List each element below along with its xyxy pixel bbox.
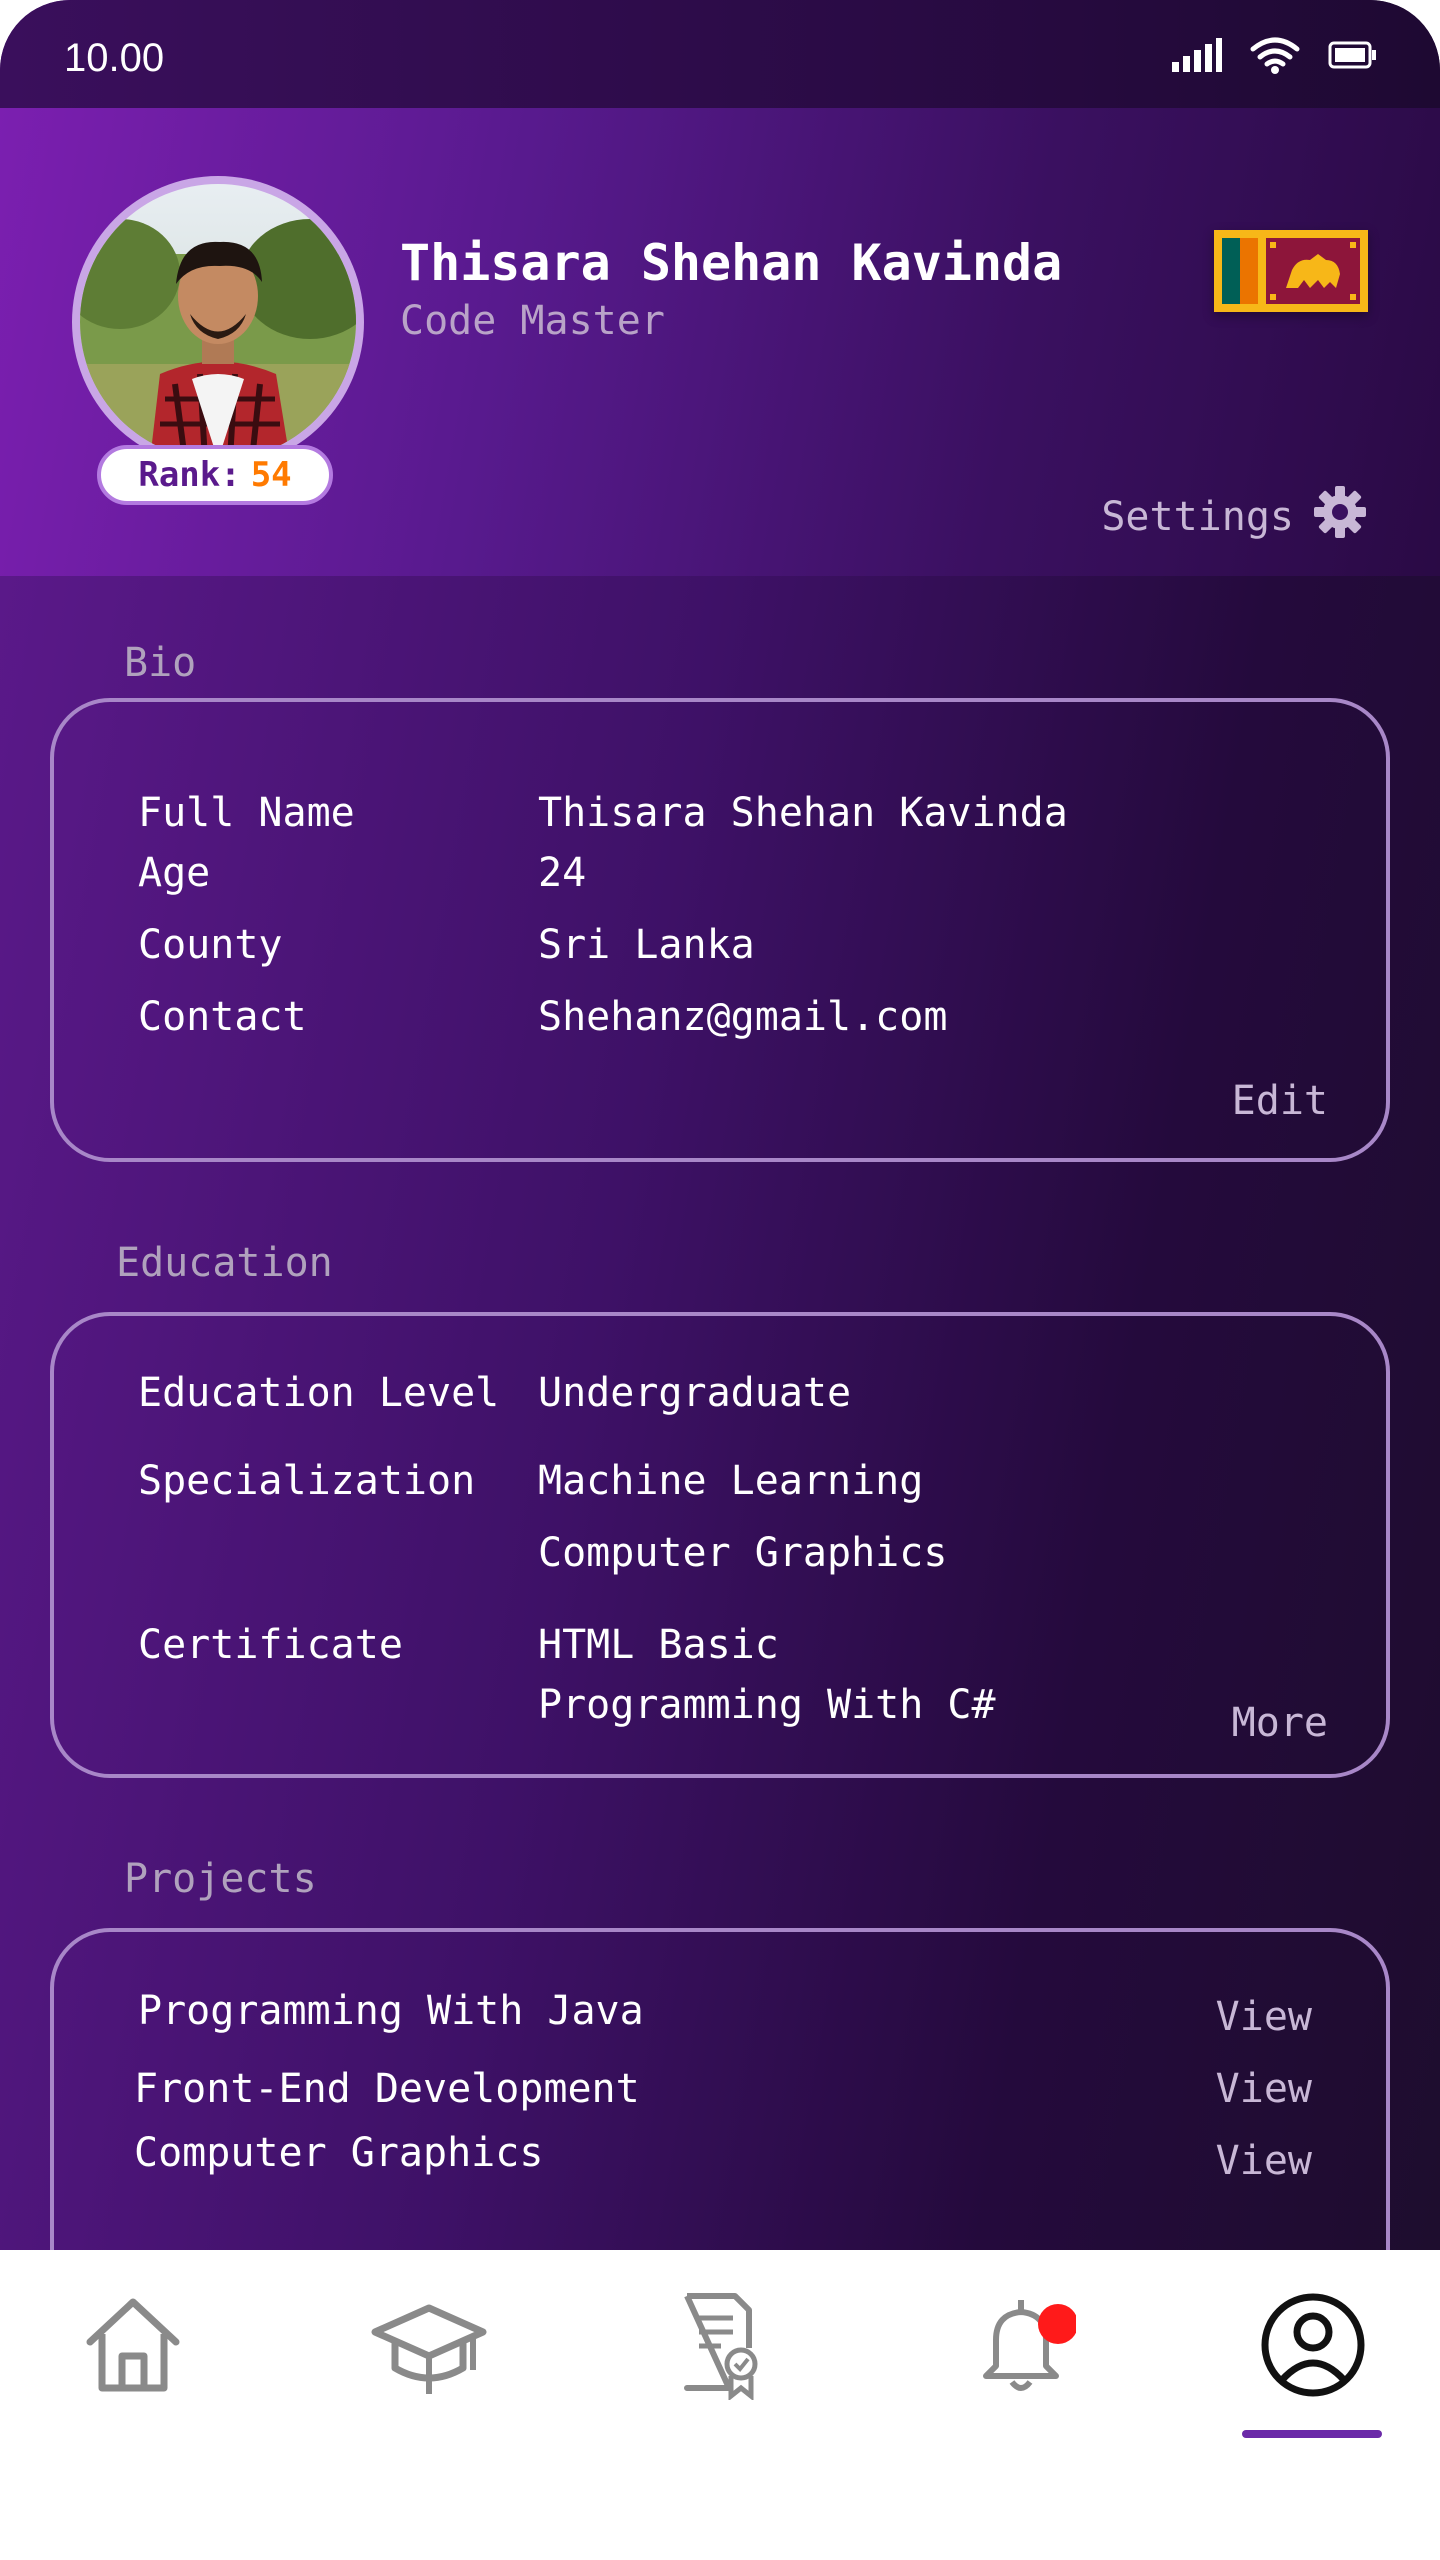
education-level-label: Education Level: [138, 1370, 500, 1416]
user-title: Code Master: [400, 298, 665, 344]
more-education-button[interactable]: More: [1232, 1700, 1328, 1746]
status-icons: [1172, 36, 1378, 78]
nav-education[interactable]: [364, 2282, 494, 2412]
phone-screen: 10.00 Rank: 54 Thisara Shehan Kavinda Co…: [0, 0, 1440, 2560]
nav-notifications[interactable]: [956, 2282, 1086, 2412]
signal-icon: [1172, 38, 1222, 76]
bio-row-value: 24: [538, 850, 587, 896]
certificate-icon: [669, 2290, 769, 2404]
project-name: Programming With Java: [138, 1988, 644, 2034]
status-time: 10.00: [64, 36, 165, 80]
nav-profile[interactable]: [1248, 2282, 1378, 2412]
edit-bio-button[interactable]: Edit: [1232, 1078, 1328, 1124]
bio-row-label: Full Name: [138, 790, 355, 836]
profile-header: Rank: 54 Thisara Shehan Kavinda Code Mas…: [0, 108, 1440, 576]
bio-section-label: Bio: [124, 640, 197, 686]
view-project-button[interactable]: View: [1216, 1994, 1312, 2040]
rank-label: Rank:: [138, 455, 241, 495]
avatar-ring: [72, 176, 364, 468]
avatar[interactable]: [80, 184, 356, 460]
bio-row-label: Contact: [138, 994, 307, 1040]
profile-icon: [1258, 2290, 1368, 2404]
sri-lanka-flag-icon: [1214, 230, 1368, 312]
project-name: Front-End Development: [134, 2066, 640, 2112]
bell-icon: [966, 2290, 1078, 2404]
bio-row-value: Sri Lanka: [538, 922, 755, 968]
education-section-label: Education: [116, 1240, 333, 1286]
settings-button[interactable]: Settings: [1101, 484, 1368, 550]
project-name: Computer Graphics: [134, 2130, 544, 2176]
bio-row-label: County: [138, 922, 283, 968]
certificate-value: HTML Basic: [538, 1622, 779, 1668]
status-bar: 10.00: [0, 0, 1440, 108]
graduation-cap-icon: [369, 2290, 489, 2404]
bio-row-value: Thisara Shehan Kavinda: [538, 790, 1068, 836]
active-tab-indicator: [1242, 2430, 1382, 2438]
specialization-label: Specialization: [138, 1458, 476, 1504]
wifi-icon: [1250, 36, 1300, 78]
projects-section-label: Projects: [124, 1856, 317, 1902]
education-level-value: Undergraduate: [538, 1370, 852, 1416]
bio-card: Full Name Thisara Shehan Kavinda Age 24 …: [50, 698, 1390, 1162]
rank-value: 54: [250, 455, 292, 495]
bio-row-value: Shehanz@gmail.com: [538, 994, 948, 1040]
specialization-value: Computer Graphics: [538, 1530, 948, 1576]
education-card: Education Level Undergraduate Specializa…: [50, 1312, 1390, 1778]
battery-icon: [1328, 40, 1378, 74]
settings-label: Settings: [1101, 494, 1294, 540]
gear-icon: [1312, 484, 1368, 550]
rank-badge: Rank: 54: [97, 445, 333, 505]
view-project-button[interactable]: View: [1216, 2138, 1312, 2184]
user-name: Thisara Shehan Kavinda: [400, 234, 1063, 292]
bio-row-label: Age: [138, 850, 211, 896]
home-icon: [78, 2290, 188, 2404]
certificate-value: Programming With C#: [538, 1682, 996, 1728]
certificate-label: Certificate: [138, 1622, 403, 1668]
nav-home[interactable]: [68, 2282, 198, 2412]
specialization-value: Machine Learning: [538, 1458, 924, 1504]
view-project-button[interactable]: View: [1216, 2066, 1312, 2112]
nav-certificates[interactable]: [654, 2282, 784, 2412]
bottom-nav: [0, 2250, 1440, 2560]
